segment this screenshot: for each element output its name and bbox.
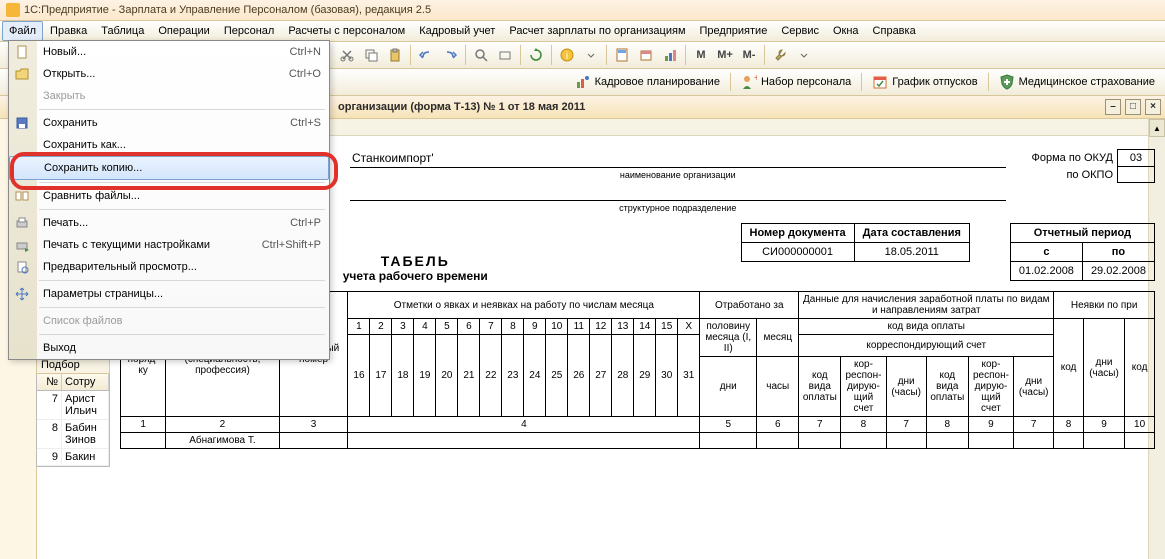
save-icon bbox=[14, 115, 30, 131]
menu-item-recent[interactable]: Список файлов bbox=[9, 310, 329, 332]
file-menu-dropdown: Новый...Ctrl+N Открыть...Ctrl+O Закрыть … bbox=[8, 40, 330, 360]
link-recruit[interactable]: + Набор персонала bbox=[741, 74, 851, 90]
open-folder-icon bbox=[14, 66, 30, 82]
menu-edit[interactable]: Правка bbox=[43, 21, 94, 41]
menu-file[interactable]: Файл bbox=[2, 21, 43, 41]
menu-item-compare[interactable]: Сравнить файлы... bbox=[9, 185, 329, 207]
menu-help[interactable]: Справка bbox=[866, 21, 923, 41]
tb-redo-icon[interactable] bbox=[439, 44, 461, 66]
menu-item-print-current[interactable]: Печать с текущими настройкамиCtrl+Shift+… bbox=[9, 234, 329, 256]
menu-table[interactable]: Таблица bbox=[94, 21, 151, 41]
printer-icon bbox=[14, 215, 30, 231]
chart-people-icon bbox=[575, 74, 591, 90]
employee-row[interactable]: 8Бабин Зинов bbox=[37, 420, 109, 449]
employee-row[interactable]: 9Бакин bbox=[37, 449, 109, 466]
tb-m-minus[interactable]: M- bbox=[738, 44, 760, 66]
employee-row[interactable]: 7Арист Ильич bbox=[37, 391, 109, 420]
menu-enterprise[interactable]: Предприятие bbox=[693, 21, 775, 41]
link-med[interactable]: Медицинское страхование bbox=[999, 74, 1155, 90]
menu-item-preview[interactable]: Предварительный просмотр... bbox=[9, 256, 329, 278]
svg-text:i: i bbox=[566, 51, 568, 62]
tb-paste-icon[interactable] bbox=[384, 44, 406, 66]
menu-personnel-calc[interactable]: Расчеты с персоналом bbox=[281, 21, 412, 41]
menu-item-new[interactable]: Новый...Ctrl+N bbox=[9, 41, 329, 63]
menu-hr[interactable]: Кадровый учет bbox=[412, 21, 502, 41]
shield-plus-icon bbox=[999, 74, 1015, 90]
menu-item-save-as[interactable]: Сохранить как... bbox=[9, 134, 329, 156]
compare-icon bbox=[14, 188, 30, 204]
new-file-icon bbox=[14, 44, 30, 60]
org-caption: наименование организации bbox=[350, 170, 1006, 180]
menu-item-save[interactable]: СохранитьCtrl+S bbox=[9, 112, 329, 134]
menu-item-exit[interactable]: Выход bbox=[9, 337, 329, 359]
menu-item-close[interactable]: Закрыть bbox=[9, 85, 329, 107]
app-title: 1С:Предприятие - Зарплата и Управление П… bbox=[24, 0, 431, 20]
win-close-icon[interactable]: × bbox=[1145, 99, 1161, 115]
tb-calendar-icon[interactable] bbox=[635, 44, 657, 66]
employee-grid: № Сотру 7Арист Ильич 8Бабин Зинов 9Бакин bbox=[36, 374, 110, 467]
period-table: Отчетный период спо 01.02.200829.02.2008 bbox=[1010, 223, 1155, 281]
window-title-bar: 1С:Предприятие - Зарплата и Управление П… bbox=[0, 0, 1165, 21]
tb-chart-icon[interactable] bbox=[659, 44, 681, 66]
struct-caption: структурное подразделение bbox=[350, 203, 1006, 213]
tb-replace-icon[interactable] bbox=[494, 44, 516, 66]
link-planning[interactable]: Кадровое планирование bbox=[575, 74, 720, 90]
tb-find-icon[interactable] bbox=[470, 44, 492, 66]
scroll-up-icon[interactable]: ▲ bbox=[1149, 119, 1165, 137]
tb-m-plus[interactable]: M+ bbox=[714, 44, 736, 66]
win-minimize-icon[interactable]: – bbox=[1105, 99, 1121, 115]
printer-go-icon bbox=[14, 237, 30, 253]
tb-dropdown2-icon[interactable] bbox=[793, 44, 815, 66]
calendar-check-icon bbox=[872, 74, 888, 90]
menu-item-open[interactable]: Открыть...Ctrl+O bbox=[9, 63, 329, 85]
doc-meta-table: Номер документаДата составления СИ000000… bbox=[741, 223, 970, 262]
menu-item-page-setup[interactable]: Параметры страницы... bbox=[9, 283, 329, 305]
org-name: Станкоимпорт' bbox=[350, 149, 1006, 168]
preview-icon bbox=[14, 259, 30, 275]
tb-copy-icon[interactable] bbox=[360, 44, 382, 66]
app-icon bbox=[6, 3, 20, 17]
tb-dropdown-icon[interactable] bbox=[580, 44, 602, 66]
tb-undo-icon[interactable] bbox=[415, 44, 437, 66]
menu-personnel[interactable]: Персонал bbox=[217, 21, 282, 41]
menu-operations[interactable]: Операции bbox=[151, 21, 216, 41]
menu-item-save-copy[interactable]: Сохранить копию... bbox=[9, 156, 329, 180]
page-setup-icon bbox=[14, 286, 30, 302]
person-plus-icon: + bbox=[741, 74, 757, 90]
menu-windows[interactable]: Окна bbox=[826, 21, 866, 41]
main-menu: Файл Правка Таблица Операции Персонал Ра… bbox=[0, 21, 1165, 42]
tb-wrench-icon[interactable] bbox=[769, 44, 791, 66]
tb-calc-icon[interactable] bbox=[611, 44, 633, 66]
tb-m[interactable]: M bbox=[690, 44, 712, 66]
link-vacation[interactable]: График отпусков bbox=[872, 74, 977, 90]
tb-help-icon[interactable]: i bbox=[556, 44, 578, 66]
menu-item-print[interactable]: Печать...Ctrl+P bbox=[9, 212, 329, 234]
tb-cut-icon[interactable] bbox=[336, 44, 358, 66]
menu-service[interactable]: Сервис bbox=[774, 21, 826, 41]
tb-refresh-icon[interactable] bbox=[525, 44, 547, 66]
win-maximize-icon[interactable]: □ bbox=[1125, 99, 1141, 115]
svg-text:+: + bbox=[754, 74, 757, 84]
menu-salary[interactable]: Расчет зарплаты по организациям bbox=[502, 21, 692, 41]
